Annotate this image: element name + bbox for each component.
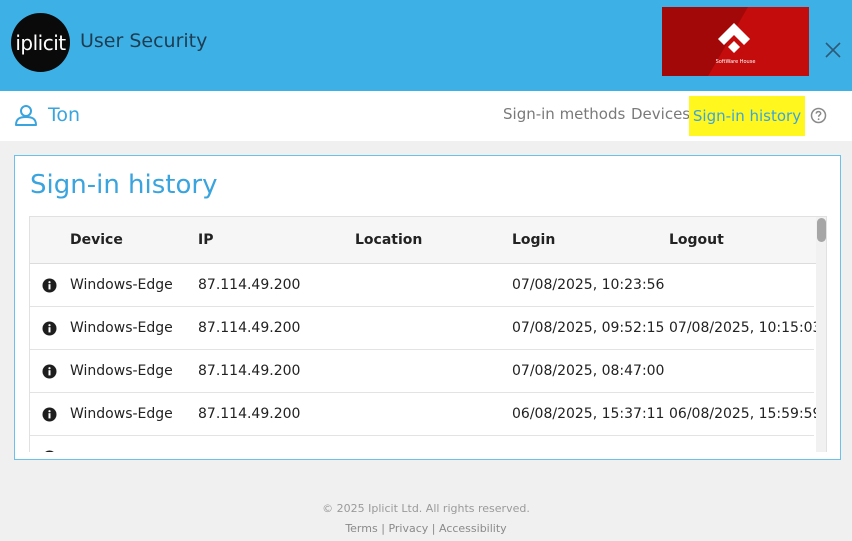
ip-cell: 87.114.49.200 bbox=[198, 363, 301, 379]
login-cell: 06/08/2025, 15:37:11 bbox=[512, 406, 665, 422]
tab-devices[interactable]: Devices bbox=[631, 105, 690, 123]
help-icon[interactable] bbox=[810, 107, 827, 124]
info-icon[interactable] bbox=[42, 407, 57, 422]
table-row: Windows-Edge 87.114.49.200 07/08/2025, 0… bbox=[30, 350, 814, 393]
device-cell: Windows-Edge bbox=[70, 406, 173, 422]
logout-cell: 07/08/2025, 10:15:03 bbox=[669, 320, 822, 336]
device-cell: Windows-Edge bbox=[70, 277, 173, 293]
sign-in-history-table: Device IP Location Login Logout Windows-… bbox=[29, 216, 827, 452]
login-cell: 07/08/2025, 08:47:00 bbox=[512, 363, 665, 379]
user-name: Ton bbox=[48, 104, 81, 126]
ip-cell: 87.114.49.200 bbox=[198, 277, 301, 293]
info-icon[interactable] bbox=[42, 364, 57, 379]
top-banner: iplicit User Security SoftWare House bbox=[0, 0, 852, 91]
device-cell: Windows-Edge bbox=[70, 320, 173, 336]
brand-text: SoftWare House bbox=[715, 59, 756, 65]
tab-sign-in-history[interactable]: Sign-in history bbox=[689, 96, 805, 136]
footer-copyright: © 2025 Iplicit Ltd. All rights reserved. bbox=[322, 502, 530, 515]
info-icon[interactable] bbox=[42, 321, 57, 336]
logo-text: iplicit bbox=[15, 30, 66, 55]
close-button[interactable] bbox=[822, 39, 844, 61]
ip-cell: 87.114.49.200 bbox=[198, 320, 301, 336]
column-header-login: Login bbox=[512, 232, 556, 248]
scrollbar-thumb[interactable] bbox=[817, 218, 826, 242]
terms-link[interactable]: Terms bbox=[345, 522, 377, 535]
tab-sign-in-methods[interactable]: Sign-in methods bbox=[503, 105, 625, 123]
login-cell: 07/08/2025, 10:23:56 bbox=[512, 277, 665, 293]
brand-badge: SoftWare House bbox=[662, 7, 809, 76]
brand-mark-icon bbox=[718, 23, 750, 53]
app-title: User Security bbox=[80, 30, 208, 52]
table-row: Windows-Edge 87.114.49.200 07/08/2025, 1… bbox=[30, 264, 814, 307]
footer-separator: | bbox=[431, 522, 436, 535]
footer-links: Terms | Privacy | Accessibility bbox=[0, 522, 852, 535]
table-header: Device IP Location Login Logout bbox=[30, 217, 826, 264]
sign-in-history-panel: Sign-in history Device IP Location Login… bbox=[14, 155, 841, 460]
tab-sign-in-history-label: Sign-in history bbox=[692, 107, 802, 125]
logout-cell: 06/08/2025, 15:59:59 bbox=[669, 406, 822, 422]
column-header-device: Device bbox=[70, 232, 123, 248]
column-header-logout: Logout bbox=[669, 232, 724, 248]
iplicit-logo: iplicit bbox=[11, 13, 70, 72]
device-cell: Windows-Edge bbox=[70, 363, 173, 379]
table-row: Windows-Edge 87.114.49.200 06/08/2025, 1… bbox=[30, 393, 821, 436]
close-icon[interactable] bbox=[825, 42, 841, 58]
table-row: Windows-Edge 87.114.49.200 07/08/2025, 0… bbox=[30, 307, 821, 350]
info-icon[interactable] bbox=[42, 278, 57, 293]
user-icon bbox=[15, 105, 37, 126]
footer-separator: | bbox=[381, 522, 385, 535]
user-nav-bar: Ton Sign-in methods Devices Sign-in hist… bbox=[0, 91, 852, 141]
column-header-location: Location bbox=[355, 232, 423, 248]
table-scrollbar[interactable] bbox=[816, 217, 826, 452]
panel-title: Sign-in history bbox=[30, 170, 218, 200]
accessibility-link[interactable]: Accessibility bbox=[439, 522, 507, 535]
table-row bbox=[30, 436, 814, 452]
privacy-link[interactable]: Privacy bbox=[388, 522, 428, 535]
login-cell: 07/08/2025, 09:52:15 bbox=[512, 320, 665, 336]
column-header-ip: IP bbox=[198, 232, 214, 248]
info-icon[interactable] bbox=[42, 450, 57, 452]
ip-cell: 87.114.49.200 bbox=[198, 406, 301, 422]
